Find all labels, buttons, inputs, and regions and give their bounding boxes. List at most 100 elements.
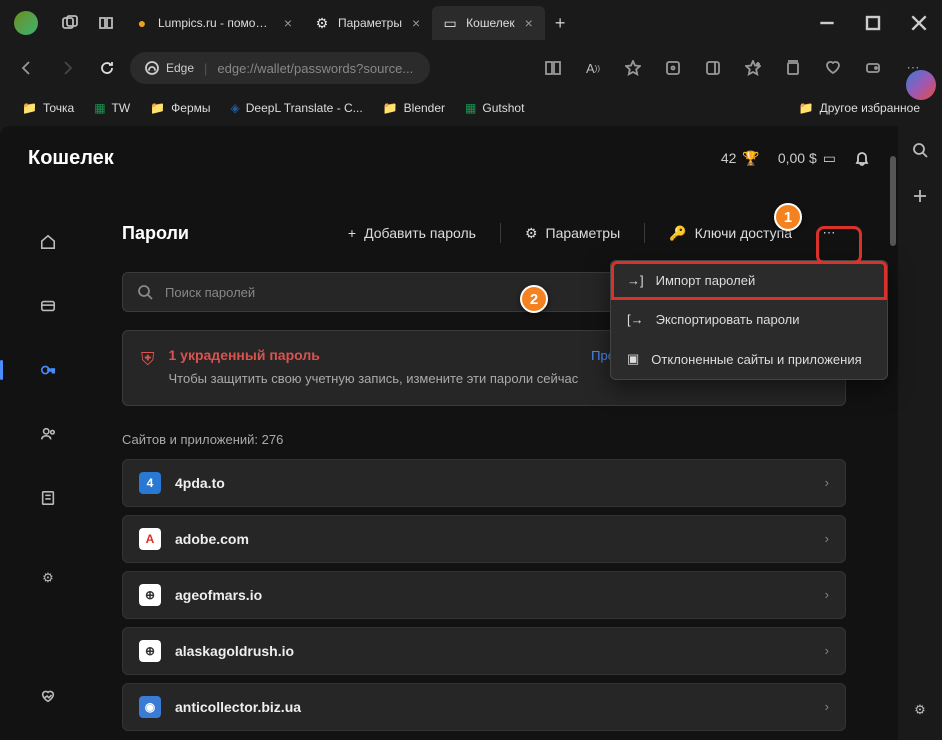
callout-ring-1 (816, 226, 862, 264)
import-icon: →] (627, 273, 644, 288)
close-icon[interactable]: × (282, 13, 294, 33)
rewards-points[interactable]: 42🏆 (721, 150, 760, 167)
plus-icon: + (348, 225, 356, 241)
card-icon: ▭ (823, 150, 836, 167)
extensions-icon[interactable] (654, 51, 692, 85)
site-name: 4pda.to (175, 475, 811, 491)
tab-label: Параметры (338, 16, 402, 30)
site-favicon: ⊕ (139, 640, 161, 662)
browser-tab-0[interactable]: ● Lumpics.ru - помощь с × (124, 6, 304, 40)
close-icon[interactable]: × (523, 13, 535, 33)
back-button[interactable] (10, 51, 44, 85)
chevron-right-icon: › (825, 531, 829, 546)
site-name: adobe.com (175, 531, 811, 547)
plus-icon[interactable] (904, 180, 936, 212)
key-icon: 🔑 (669, 225, 686, 242)
site-row[interactable]: ◉anticollector.biz.ua› (122, 683, 846, 731)
split-screen-icon[interactable] (534, 51, 572, 85)
browser-tab-1[interactable]: ⚙ Параметры × (304, 6, 432, 40)
chevron-right-icon: › (825, 587, 829, 602)
export-icon: [→ (627, 312, 644, 327)
bookmark-item[interactable]: 📁Точка (14, 97, 82, 119)
blocked-icon: ▣ (627, 351, 639, 367)
profile-avatar[interactable] (14, 11, 38, 35)
minimize-button[interactable] (804, 3, 850, 43)
refresh-button[interactable] (90, 51, 124, 85)
link-icon: ◈ (231, 101, 240, 115)
read-aloud-icon[interactable]: A)) (574, 51, 612, 85)
browser-tab-2[interactable]: ▭ Кошелек × (432, 6, 545, 40)
tab-favicon: ● (134, 15, 150, 31)
tab-label: Lumpics.ru - помощь с (158, 16, 274, 30)
address-bar[interactable]: Edge | edge://wallet/passwords?source... (130, 52, 430, 84)
site-identity[interactable]: Edge (144, 60, 194, 76)
star-icon[interactable] (614, 51, 652, 85)
site-row[interactable]: Aadobe.com› (122, 515, 846, 563)
other-bookmarks[interactable]: 📁Другое избранное (791, 97, 928, 119)
close-window-button[interactable] (896, 3, 942, 43)
nav-donate[interactable] (28, 678, 68, 714)
bookmark-item[interactable]: ◈DeepL Translate - C... (223, 97, 371, 119)
sites-count: Сайтов и приложений: 276 (96, 422, 872, 459)
chevron-right-icon: › (825, 475, 829, 490)
copilot-icon[interactable] (906, 70, 936, 100)
bookmark-item[interactable]: ▦TW (86, 97, 138, 119)
sites-list: 44pda.to›Aadobe.com›⊕ageofmars.io›⊕alask… (96, 459, 872, 731)
wallet-icon: ▭ (442, 15, 458, 31)
nav-info[interactable] (28, 416, 68, 452)
window-titlebar: ● Lumpics.ru - помощь с × ⚙ Параметры × … (0, 0, 942, 46)
folder-icon: 📁 (799, 101, 814, 115)
site-favicon: ◉ (139, 696, 161, 718)
chevron-right-icon: › (825, 643, 829, 658)
divider (500, 223, 501, 243)
performance-icon[interactable] (854, 51, 892, 85)
section-title: Пароли (122, 223, 189, 244)
shield-icon: ⛨ (141, 349, 155, 389)
url-text: edge://wallet/passwords?source... (217, 61, 413, 76)
search-icon[interactable] (904, 134, 936, 166)
gear-icon[interactable]: ⚙ (904, 694, 936, 726)
scrollbar-thumb[interactable] (890, 156, 896, 246)
site-row[interactable]: ⊕ageofmars.io› (122, 571, 846, 619)
gear-icon: ⚙ (314, 15, 330, 31)
site-row[interactable]: 44pda.to› (122, 459, 846, 507)
bookmark-item[interactable]: 📁Blender (375, 97, 453, 119)
new-tab-button[interactable]: + (545, 7, 576, 40)
site-row[interactable]: ⊕ alaskagoldrush.io › (122, 627, 846, 675)
folder-icon: 📁 (22, 101, 37, 115)
menu-export-passwords[interactable]: [→Экспортировать пароли (611, 300, 887, 339)
bookmark-item[interactable]: 📁Фермы (142, 97, 218, 119)
callout-1: 1 (774, 203, 802, 231)
nav-tracking[interactable] (28, 480, 68, 516)
menu-import-passwords[interactable]: →]Импорт паролей (611, 261, 887, 300)
settings-button[interactable]: ⚙Параметры (513, 219, 632, 248)
favorites-icon[interactable] (734, 51, 772, 85)
workspaces-icon[interactable] (52, 9, 88, 37)
nav-cards[interactable] (28, 288, 68, 324)
health-icon[interactable] (814, 51, 852, 85)
wallet-nav: ⚙ (0, 190, 96, 740)
add-password-button[interactable]: +Добавить пароль (336, 219, 488, 247)
nav-passwords[interactable] (28, 352, 68, 388)
forward-button (50, 51, 84, 85)
window-controls (804, 3, 942, 43)
folder-icon: 📁 (150, 101, 165, 115)
site-name: alaskagoldrush.io (175, 643, 811, 659)
site-favicon: ⊕ (139, 584, 161, 606)
balance[interactable]: 0,00 $▭ (778, 150, 836, 167)
site-name: anticollector.biz.ua (175, 699, 811, 715)
nav-home[interactable] (28, 224, 68, 260)
bell-icon[interactable] (854, 150, 870, 166)
browser-toolbar: Edge | edge://wallet/passwords?source...… (0, 46, 942, 90)
maximize-button[interactable] (850, 3, 896, 43)
tab-actions-icon[interactable] (88, 9, 124, 37)
sidebar-icon[interactable] (694, 51, 732, 85)
close-icon[interactable]: × (410, 13, 422, 33)
collections-icon[interactable] (774, 51, 812, 85)
wallet-header: Кошелек 42🏆 0,00 $▭ (0, 126, 898, 190)
more-options-menu: →]Импорт паролей [→Экспортировать пароли… (610, 260, 888, 380)
menu-declined-sites[interactable]: ▣Отклоненные сайты и приложения (611, 339, 887, 379)
nav-settings[interactable]: ⚙ (28, 560, 68, 596)
sheet-icon: ▦ (465, 101, 476, 115)
bookmark-item[interactable]: ▦Gutshot (457, 97, 532, 119)
